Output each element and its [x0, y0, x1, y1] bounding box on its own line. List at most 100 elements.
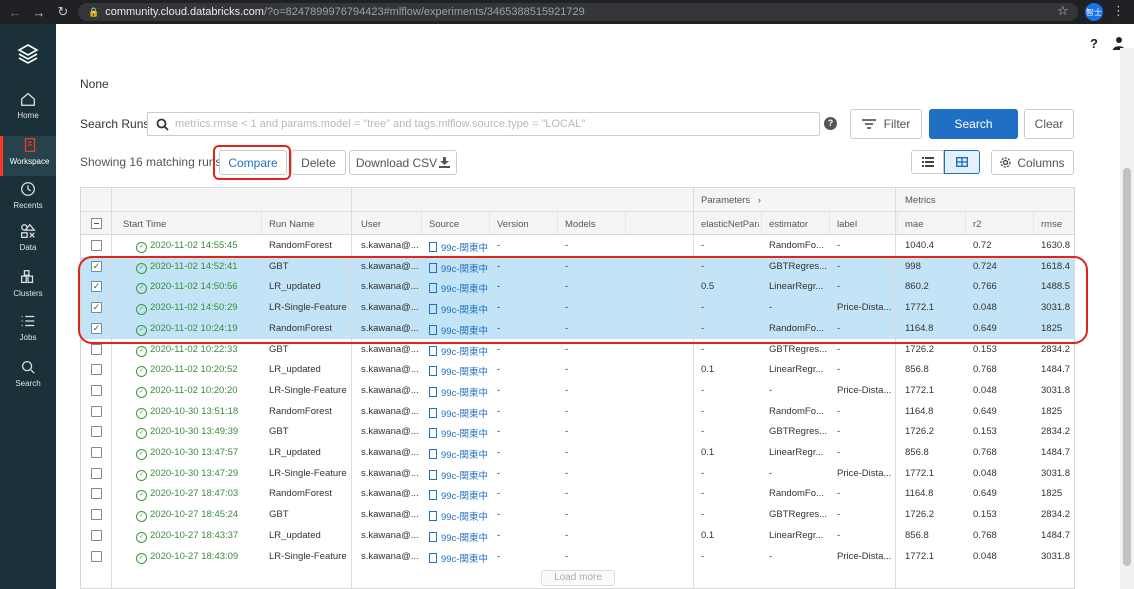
- table-row[interactable]: 2020-10-27 18:45:24 GBT s.kawana@... 99c-関東…: [81, 505, 1074, 526]
- forward-arrow-icon[interactable]: →: [30, 5, 48, 20]
- databricks-logo-icon[interactable]: [16, 42, 40, 66]
- cell-source[interactable]: 99c-関東中: [429, 385, 488, 399]
- sidebar-item-workspace[interactable]: Workspace: [0, 136, 56, 176]
- column-header-label[interactable]: label: [837, 219, 857, 230]
- cell-start-time[interactable]: 2020-11-02 14:50:29: [136, 302, 238, 315]
- column-divider[interactable]: [489, 212, 490, 235]
- cell-start-time[interactable]: 2020-11-02 10:20:52: [136, 364, 238, 377]
- table-row[interactable]: ✓ 2020-11-02 14:52:41 GBT s.kawana@... 99c-関…: [81, 256, 1074, 278]
- table-row[interactable]: 2020-10-30 13:49:39 GBT s.kawana@... 99c-関東…: [81, 422, 1074, 443]
- cell-start-time[interactable]: 2020-11-02 14:52:41: [136, 261, 238, 274]
- row-checkbox[interactable]: [91, 509, 102, 521]
- cell-run-name[interactable]: GBT: [269, 261, 289, 272]
- scrollbar-thumb[interactable]: [1123, 168, 1131, 566]
- cell-start-time[interactable]: 2020-10-30 13:47:57: [136, 447, 238, 460]
- column-divider[interactable]: [761, 212, 762, 235]
- columns-button[interactable]: Columns: [991, 150, 1074, 175]
- cell-run-name[interactable]: LR-Single-Feature: [269, 468, 347, 479]
- cell-run-name[interactable]: LR_updated: [269, 281, 321, 292]
- list-view-toggle[interactable]: [911, 150, 944, 174]
- parameters-group-label[interactable]: Parameters ›: [701, 195, 761, 206]
- row-checkbox[interactable]: [91, 550, 102, 562]
- column-header-elastic-net-param[interactable]: elasticNetParam: [701, 219, 759, 230]
- row-checkbox[interactable]: [91, 426, 102, 438]
- cell-start-time[interactable]: 2020-11-02 10:22:33: [136, 344, 238, 357]
- column-header-version[interactable]: Version: [497, 219, 529, 230]
- column-header-user[interactable]: User: [361, 219, 381, 230]
- cell-start-time[interactable]: 2020-11-02 10:24:19: [136, 323, 238, 336]
- column-header-start-time[interactable]: Start Time: [123, 219, 166, 230]
- row-checkbox[interactable]: [91, 447, 102, 458]
- column-divider[interactable]: [421, 212, 422, 235]
- cell-source[interactable]: 99c-関東中: [429, 426, 488, 440]
- profile-avatar[interactable]: 智士: [1085, 3, 1103, 21]
- column-divider[interactable]: [829, 212, 830, 235]
- select-all-checkbox[interactable]: [91, 218, 102, 229]
- cell-source[interactable]: 99c-関東中: [429, 281, 488, 295]
- column-divider[interactable]: [965, 212, 966, 235]
- table-row[interactable]: ✓ 2020-11-02 10:24:19 RandomForest s.kawana…: [81, 318, 1074, 340]
- row-checkbox[interactable]: [91, 384, 102, 396]
- column-header-models[interactable]: Models: [565, 219, 596, 230]
- table-row[interactable]: 2020-10-30 13:47:29 LR-Single-Feature s.ka…: [81, 464, 1074, 485]
- cell-start-time[interactable]: 2020-10-30 13:51:18: [136, 406, 238, 419]
- browser-menu-icon[interactable]: ⋮: [1112, 3, 1125, 19]
- row-checkbox[interactable]: [91, 364, 102, 376]
- cell-source[interactable]: 99c-関東中: [429, 364, 488, 378]
- column-header-mae[interactable]: mae: [905, 219, 923, 230]
- cell-run-name[interactable]: LR_updated: [269, 447, 321, 458]
- row-checkbox[interactable]: [91, 467, 102, 479]
- reload-icon[interactable]: ↻: [54, 4, 72, 20]
- table-row[interactable]: ✓ 2020-11-02 14:50:56 LR_updated s.kawana@.…: [81, 277, 1074, 299]
- back-arrow-icon[interactable]: ←: [6, 5, 24, 20]
- help-icon[interactable]: ?: [1090, 36, 1098, 51]
- cell-start-time[interactable]: 2020-11-02 14:50:56: [136, 281, 238, 294]
- column-divider[interactable]: [1033, 212, 1034, 235]
- cell-run-name[interactable]: LR_updated: [269, 530, 321, 541]
- sidebar-item-data[interactable]: Data: [0, 222, 56, 262]
- table-row[interactable]: 2020-11-02 14:55:45 RandomForest s.kawana@…: [81, 236, 1074, 257]
- table-row[interactable]: 2020-11-02 10:20:20 LR-Single-Feature s.ka…: [81, 381, 1074, 402]
- search-button[interactable]: Search: [929, 109, 1018, 139]
- sidebar-item-recents[interactable]: Recents: [0, 180, 56, 220]
- cell-run-name[interactable]: RandomForest: [269, 323, 332, 334]
- cell-start-time[interactable]: 2020-10-27 18:43:09: [136, 551, 238, 564]
- search-runs-input[interactable]: [175, 118, 795, 130]
- cell-run-name[interactable]: RandomForest: [269, 240, 332, 251]
- cell-start-time[interactable]: 2020-10-27 18:47:03: [136, 488, 238, 501]
- cell-source[interactable]: 99c-関東中: [429, 344, 488, 358]
- cell-source[interactable]: 99c-関東中: [429, 530, 488, 544]
- sidebar-item-search[interactable]: Search: [0, 358, 56, 398]
- column-header-r2[interactable]: r2: [973, 219, 981, 230]
- address-bar[interactable]: 🔒 community.cloud.databricks.com/?o=8247…: [78, 3, 1078, 21]
- column-divider[interactable]: [625, 212, 626, 235]
- cell-run-name[interactable]: LR-Single-Feature: [269, 385, 347, 396]
- row-checkbox[interactable]: [91, 488, 102, 500]
- search-help-icon[interactable]: ?: [824, 117, 837, 130]
- row-checkbox[interactable]: [91, 343, 102, 355]
- cell-run-name[interactable]: RandomForest: [269, 488, 332, 499]
- row-checkbox[interactable]: ✓: [91, 322, 102, 334]
- table-view-toggle[interactable]: [944, 150, 980, 174]
- table-row[interactable]: 2020-10-30 13:51:18 RandomForest s.kawana@…: [81, 402, 1074, 423]
- column-header-run-name[interactable]: Run Name: [269, 219, 314, 230]
- bookmark-star-icon[interactable]: ☆: [1057, 3, 1069, 19]
- cell-start-time[interactable]: 2020-10-27 18:45:24: [136, 509, 238, 522]
- delete-button[interactable]: Delete: [291, 150, 346, 175]
- row-checkbox[interactable]: [91, 405, 102, 417]
- column-divider[interactable]: [897, 212, 898, 235]
- table-row[interactable]: 2020-10-27 18:43:09 LR-Single-Feature s.ka…: [81, 547, 1074, 568]
- cell-start-time[interactable]: 2020-11-02 14:55:45: [136, 240, 238, 253]
- cell-source[interactable]: 99c-関東中: [429, 323, 488, 337]
- row-checkbox[interactable]: ✓: [91, 260, 102, 272]
- table-row[interactable]: 2020-10-27 18:47:03 RandomForest s.kawana@…: [81, 484, 1074, 505]
- cell-run-name[interactable]: LR-Single-Feature: [269, 302, 347, 313]
- column-header-estimator[interactable]: estimator: [769, 219, 808, 230]
- load-more-button[interactable]: Load more: [541, 570, 615, 586]
- cell-source[interactable]: 99c-関東中: [429, 406, 488, 420]
- column-divider[interactable]: [261, 212, 262, 235]
- cell-run-name[interactable]: GBT: [269, 509, 289, 520]
- row-checkbox[interactable]: [91, 529, 102, 541]
- cell-start-time[interactable]: 2020-11-02 10:20:20: [136, 385, 238, 398]
- cell-run-name[interactable]: LR_updated: [269, 364, 321, 375]
